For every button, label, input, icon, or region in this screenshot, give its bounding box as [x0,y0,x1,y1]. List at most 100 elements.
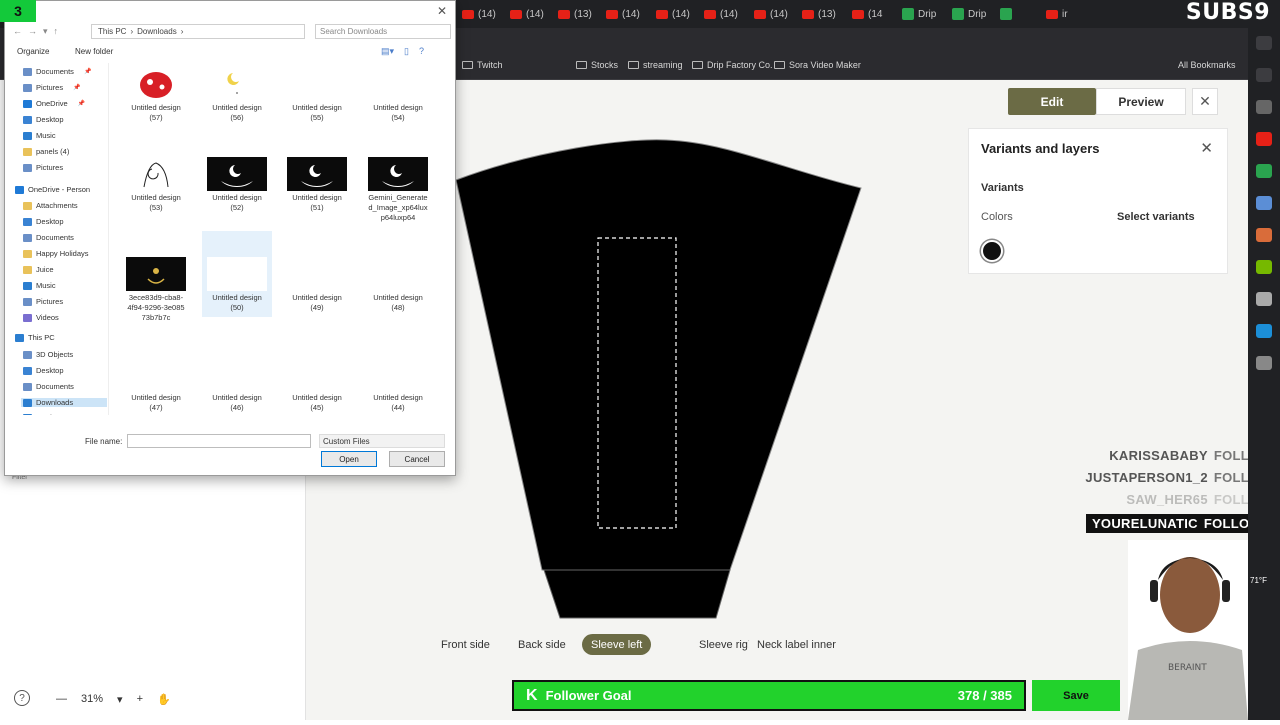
file-type-select[interactable]: Custom Files [319,434,445,448]
organize-menu[interactable]: Organize [17,47,49,56]
nav-item[interactable]: Videos [23,313,59,322]
sidebar-app-icon[interactable] [1256,132,1272,146]
open-button[interactable]: Open [321,451,377,467]
zoom-out-button[interactable]: — [56,693,67,705]
file-item[interactable]: Untitled design (54) [363,67,433,123]
sidebar-app-icon[interactable] [1256,36,1272,50]
search-input[interactable]: Search Downloads [315,24,451,39]
browser-tab[interactable] [1000,4,1016,24]
recent-icon[interactable]: ▾ [43,26,48,37]
browser-tab[interactable]: Drip [902,4,936,24]
new-folder-button[interactable]: New folder [75,47,113,56]
breadcrumb-this-pc[interactable]: This PC [98,27,126,36]
address-bar[interactable]: This PC › Downloads › [91,24,305,39]
browser-tab[interactable]: (14) [704,4,738,24]
nav-item[interactable]: panels (4) [23,147,69,156]
sidebar-app-icon[interactable] [1256,260,1272,274]
back-icon[interactable]: ← [13,26,22,37]
side-tab[interactable]: Front side [432,634,499,655]
breadcrumb-downloads[interactable]: Downloads [137,27,177,36]
preview-pane-icon[interactable]: ▯ [404,46,409,57]
browser-tab[interactable]: (14) [462,4,496,24]
side-tab[interactable]: Sleeve left [582,634,652,655]
file-name-input[interactable] [127,434,311,448]
nav-item[interactable]: Juice [23,265,54,274]
nav-item[interactable]: 3D Objects [23,350,73,359]
select-variants-button[interactable]: Select variants [1117,211,1195,223]
edit-button[interactable]: Edit [1008,88,1096,115]
sidebar-app-icon[interactable] [1256,324,1272,338]
sidebar-app-icon[interactable] [1256,356,1272,370]
bookmark-item[interactable]: Sora Video Maker [774,60,861,70]
nav-item[interactable]: Pictures 📌 [23,83,81,92]
file-item[interactable]: Untitled design (51) [282,157,352,213]
file-item[interactable]: Untitled design (50) [202,231,272,317]
file-item[interactable]: Untitled design (52) [202,157,272,213]
bookmark-item[interactable]: streaming [628,60,683,70]
nav-item[interactable]: Documents [23,233,74,242]
file-item[interactable]: Untitled design (48) [363,257,433,313]
bookmark-item[interactable]: Drip Factory Co. [692,60,773,70]
nav-item[interactable]: Attachments [23,201,78,210]
browser-tab[interactable]: (13) [802,4,836,24]
nav-item[interactable]: Desktop [23,115,64,124]
view-options-icon[interactable]: ▤▾ [381,46,394,57]
file-item[interactable]: 3ece83d9-cba8- 4f94-9296-3e085 73b7b7c [121,257,191,323]
file-item[interactable]: Untitled design (49) [282,257,352,313]
file-item[interactable]: Untitled design (55) [282,67,352,123]
bookmark-item[interactable]: Stocks [576,60,618,70]
browser-tab[interactable]: (14) [754,4,788,24]
nav-item[interactable]: Downloads [21,398,107,407]
nav-item[interactable]: OneDrive 📌 [23,99,85,108]
cancel-button[interactable]: Cancel [389,451,445,467]
bookmark-item[interactable]: Twitch [462,60,503,70]
forward-icon[interactable]: → [28,26,37,37]
nav-item[interactable]: Music [23,281,56,290]
chevron-down-icon[interactable]: ▾ [117,693,123,706]
nav-item[interactable]: Desktop [23,217,64,226]
sidebar-app-icon[interactable] [1256,228,1272,242]
side-tab[interactable]: Back side [509,634,575,655]
side-tab[interactable]: Neck label inner [748,634,845,655]
file-item[interactable]: Untitled design (44) [363,357,433,413]
tools-icon[interactable]: ✕ [1192,88,1218,115]
zoom-level[interactable]: 31% [81,693,103,705]
hand-icon[interactable]: ✋ [157,693,171,706]
nav-item[interactable]: Desktop [23,366,64,375]
sidebar-app-icon[interactable] [1256,68,1272,82]
sidebar-app-icon[interactable] [1256,164,1272,178]
sidebar-app-icon[interactable] [1256,196,1272,210]
close-icon[interactable]: ✕ [437,4,447,18]
file-item[interactable]: Untitled design (53) [121,157,191,213]
file-item[interactable]: Untitled design (46) [202,357,272,413]
preview-button[interactable]: Preview [1096,88,1186,115]
nav-item[interactable]: Music [23,413,56,415]
browser-tab[interactable]: (14) [510,4,544,24]
up-icon[interactable]: ↑ [54,26,59,37]
nav-item[interactable]: This PC [15,333,55,342]
nav-item[interactable]: Documents [23,382,74,391]
color-swatch[interactable] [981,240,1003,262]
browser-tab[interactable]: (14 [852,4,882,24]
nav-item[interactable]: Documents 📌 [23,67,91,76]
browser-tab[interactable]: ir [1046,4,1068,24]
file-item[interactable]: Untitled design (56) [202,67,272,123]
file-item[interactable]: Untitled design (45) [282,357,352,413]
help-icon[interactable]: ? [14,690,30,706]
nav-item[interactable]: Music [23,131,56,140]
close-icon[interactable]: ✕ [1200,139,1213,157]
sidebar-app-icon[interactable] [1256,100,1272,114]
nav-item[interactable]: Happy Holidays [23,249,89,258]
browser-tab[interactable]: (14) [656,4,690,24]
file-item[interactable]: Gemini_Generate d_Image_xp64lux p64luxp64 [363,157,433,223]
browser-tab[interactable]: (13) [558,4,592,24]
browser-tab[interactable]: Drip [952,4,986,24]
nav-item[interactable]: Pictures [23,297,63,306]
file-item[interactable]: Untitled design (57) [121,67,191,123]
save-button[interactable]: Save [1032,680,1120,711]
zoom-in-button[interactable]: + [137,693,143,705]
all-bookmarks[interactable]: All Bookmarks [1178,60,1236,70]
browser-tab[interactable]: (14) [606,4,640,24]
nav-item[interactable]: OneDrive - Person [15,185,90,194]
help-icon[interactable]: ? [419,46,424,57]
